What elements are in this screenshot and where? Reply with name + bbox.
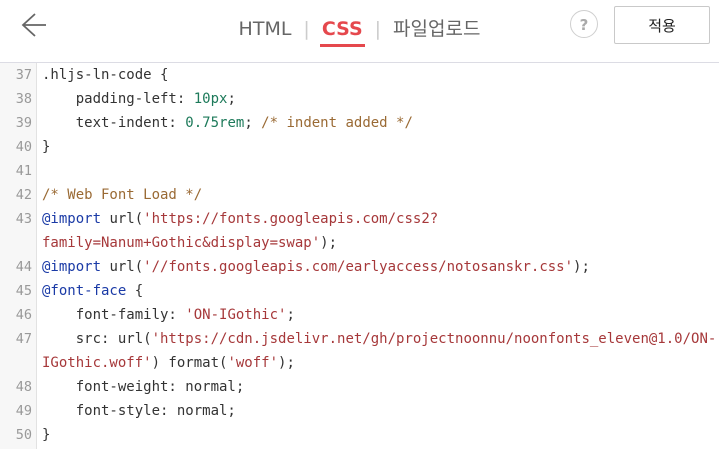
help-icon[interactable]: ? (570, 10, 598, 38)
code-text: @import url('https://fonts.googleapis.co… (42, 211, 439, 227)
editor-header: HTML | CSS | 파일업로드 ? 적용 (0, 0, 719, 63)
line-number: 45 (15, 283, 32, 299)
code-text: font-family: 'ON-IGothic'; (42, 307, 295, 323)
apply-button[interactable]: 적용 (614, 6, 710, 44)
line-number: 38 (15, 91, 32, 107)
tab-separator: | (374, 18, 382, 40)
code-text: font-weight: normal; (42, 379, 245, 395)
code-text: } (42, 139, 51, 155)
line-number: 41 (15, 163, 32, 179)
line-number: 42 (15, 187, 32, 203)
line-number: 47 (15, 331, 32, 347)
line-number: 46 (15, 307, 32, 323)
line-number: 44 (15, 259, 32, 275)
code-text: family=Nanum+Gothic&display=swap'); (42, 235, 338, 251)
line-number: 48 (15, 379, 32, 395)
line-number: 43 (15, 211, 32, 227)
code-text: src: url('https://cdn.jsdelivr.net/gh/pr… (42, 331, 717, 347)
tab-file-upload[interactable]: 파일업로드 (391, 14, 482, 41)
code-editor[interactable]: 37 .hljs-ln-code { 38 padding-left: 10px; 3… (0, 63, 719, 449)
line-number: 40 (15, 139, 32, 155)
code-text: .hljs-ln-code { (42, 67, 169, 83)
tab-html[interactable]: HTML (237, 18, 294, 40)
code-text: text-indent: 0.75rem; /* indent added */ (42, 115, 413, 131)
line-number: 39 (15, 115, 32, 131)
code-text: /* Web Font Load */ (42, 187, 203, 203)
code-text: @font-face { (42, 283, 144, 299)
line-number: 49 (15, 403, 32, 419)
tab-separator: | (303, 18, 310, 40)
code-text: IGothic.woff') format('woff'); (42, 355, 295, 371)
line-number: 50 (15, 427, 32, 443)
editor-tabs: HTML | CSS | 파일업로드 (0, 14, 719, 47)
code-text: } (42, 427, 51, 443)
line-number: 37 (15, 67, 32, 83)
code-text: @import url('//fonts.googleapis.com/earl… (42, 259, 590, 275)
code-text: font-style: normal; (42, 403, 236, 419)
tab-css[interactable]: CSS (319, 18, 365, 47)
code-text: padding-left: 10px; (42, 91, 236, 107)
